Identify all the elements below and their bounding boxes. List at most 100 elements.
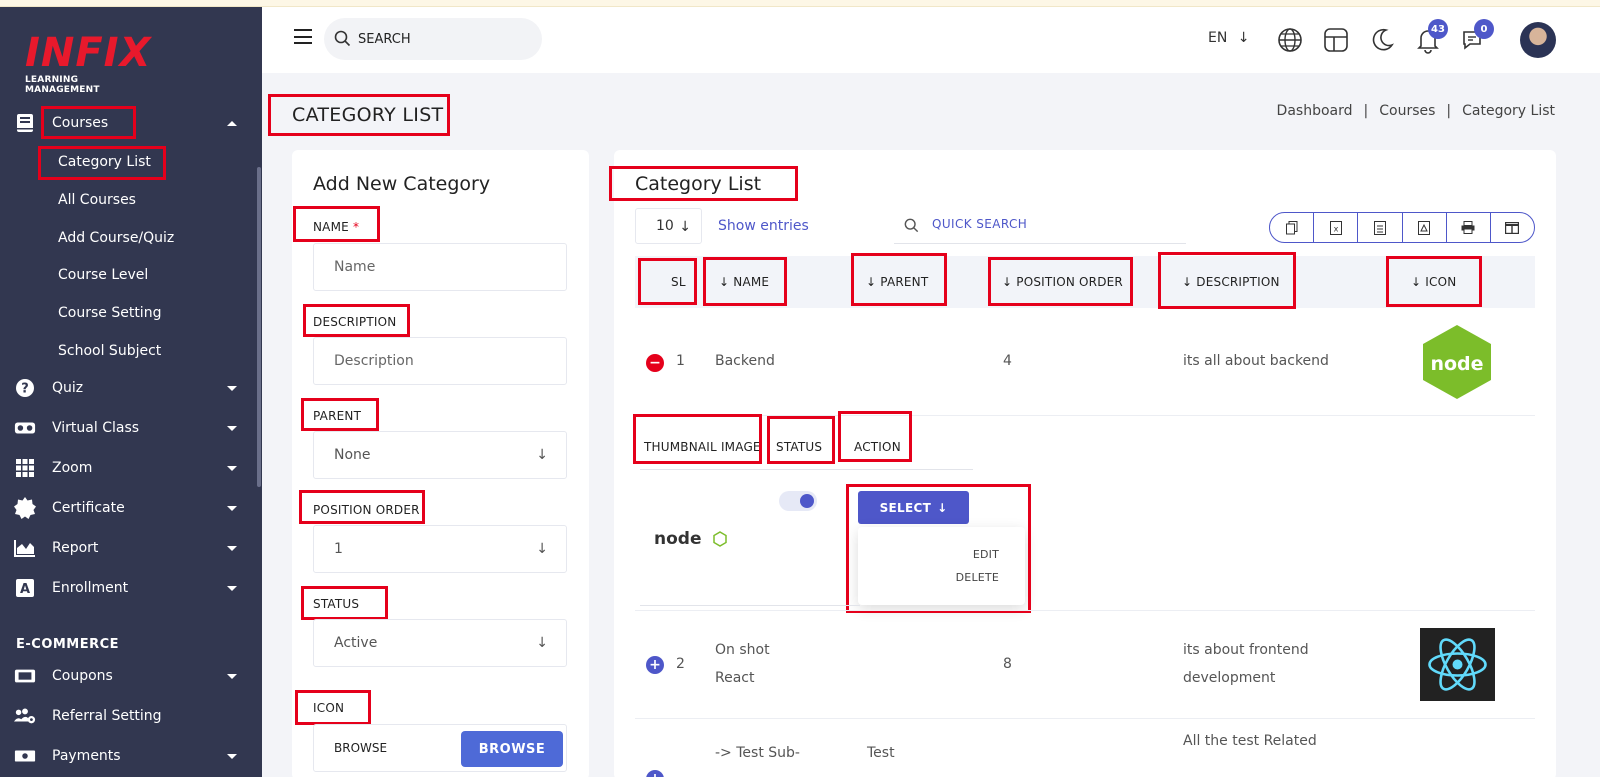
breadcrumb-dashboard[interactable]: Dashboard	[1277, 103, 1353, 119]
collapse-row-button[interactable]: −	[646, 354, 664, 372]
dropdown-edit[interactable]: EDIT	[973, 548, 999, 561]
book-icon	[14, 112, 36, 134]
sort-arrow-icon: ↓	[1002, 275, 1017, 289]
sidebar-subitem-school-subject[interactable]: School Subject	[58, 343, 161, 359]
sidebar-subitem-add-course[interactable]: Add Course/Quiz	[58, 230, 174, 246]
sidebar-item-quiz[interactable]: ? Quiz	[0, 371, 262, 405]
breadcrumb-category-list[interactable]: Category List	[1462, 103, 1555, 119]
excel-file-icon: x	[1329, 220, 1342, 235]
row-1-position: 4	[1003, 353, 1012, 369]
brand-logo[interactable]: INFIX LEARNING MANAGEMENT	[25, 31, 155, 95]
sidebar-item-label: Zoom	[52, 460, 93, 476]
language-label: EN	[1208, 30, 1228, 46]
ticket-icon	[14, 665, 36, 687]
sidebar-item-courses[interactable]: Courses	[0, 106, 262, 140]
svg-text:A: A	[20, 582, 30, 597]
chevron-down-icon	[227, 465, 237, 471]
hamburger-menu-icon[interactable]	[294, 29, 312, 44]
arrow-down-icon: ↓	[937, 500, 948, 515]
position-order-label: POSITION ORDER	[313, 503, 420, 517]
column-header-sl[interactable]: SL	[671, 275, 686, 289]
logo-sub-text: LEARNING MANAGEMENT	[25, 75, 100, 95]
name-input[interactable]	[313, 243, 567, 291]
csv-button[interactable]	[1358, 213, 1403, 242]
layout-icon[interactable]	[1322, 26, 1350, 54]
sidebar-item-label: Enrollment	[52, 580, 129, 596]
language-selector[interactable]: EN ↓	[1208, 30, 1250, 46]
parent-select[interactable]: None ↓	[313, 431, 567, 479]
moon-icon[interactable]	[1368, 26, 1396, 54]
chevron-down-icon	[227, 425, 237, 431]
position-order-select[interactable]: 1 ↓	[313, 525, 567, 573]
nodejs-icon: node	[1423, 325, 1491, 399]
page-title: CATEGORY LIST	[292, 104, 444, 126]
search-icon	[904, 218, 919, 233]
sidebar-subitem-course-level[interactable]: Course Level	[58, 267, 148, 283]
search-box[interactable]	[324, 18, 542, 60]
sidebar-item-label: Certificate	[52, 500, 125, 516]
row-2-name-line1: On shot	[715, 642, 770, 658]
chevron-down-icon	[227, 753, 237, 759]
expand-row-button[interactable]: +	[646, 656, 664, 674]
status-toggle[interactable]	[779, 491, 817, 511]
sub-row-divider	[640, 605, 860, 606]
sidebar-item-zoom[interactable]: Zoom	[0, 451, 262, 485]
column-header-name[interactable]: ↓ NAME	[719, 275, 769, 289]
sidebar-item-certificate[interactable]: Certificate	[0, 491, 262, 525]
globe-icon[interactable]	[1276, 26, 1304, 54]
sidebar-item-label: Payments	[52, 748, 121, 764]
sidebar-scrollbar[interactable]	[257, 167, 261, 487]
arrow-down-icon: ↓	[1237, 30, 1250, 46]
react-icon	[1420, 628, 1495, 701]
breadcrumb-courses[interactable]: Courses	[1379, 103, 1435, 119]
pdf-button[interactable]	[1403, 213, 1447, 242]
column-header-description[interactable]: ↓ DESCRIPTION	[1182, 275, 1280, 289]
sidebar-item-payments[interactable]: Payments	[0, 739, 262, 773]
top-banner-strip	[0, 0, 1600, 7]
printer-icon	[1461, 221, 1475, 234]
print-button[interactable]	[1447, 213, 1491, 242]
status-select[interactable]: Active ↓	[313, 619, 567, 667]
browse-button[interactable]: BROWSE	[461, 731, 563, 767]
entries-per-page-select[interactable]: 10 ↓	[635, 208, 702, 244]
sidebar-item-coupons[interactable]: Coupons	[0, 659, 262, 693]
sidebar-item-virtual-class[interactable]: Virtual Class	[0, 411, 262, 445]
svg-text:?: ?	[21, 382, 29, 397]
chevron-up-icon	[227, 120, 237, 126]
row-1-name: Backend	[715, 353, 775, 369]
sidebar-subitem-category-list[interactable]: Category List	[58, 154, 151, 170]
column-header-position-order[interactable]: ↓ POSITION ORDER	[1002, 275, 1123, 289]
sidebar-item-report[interactable]: Report	[0, 531, 262, 565]
quick-search-field[interactable]: QUICK SEARCH	[894, 207, 1186, 244]
avatar[interactable]	[1520, 22, 1556, 58]
select-action-button[interactable]: SELECT ↓	[858, 491, 969, 524]
breadcrumb: Dashboard | Courses | Category List	[1277, 103, 1555, 119]
column-visibility-button[interactable]	[1491, 213, 1534, 242]
row-2-name-line2: React	[715, 670, 755, 686]
svg-text:node: node	[1430, 353, 1483, 375]
sort-arrow-icon: ↓	[1411, 275, 1426, 289]
dropdown-delete[interactable]: DELETE	[956, 571, 999, 584]
sidebar-item-label: Coupons	[52, 668, 113, 684]
sort-arrow-icon: ↓	[1182, 275, 1197, 289]
status-select-value: Active	[334, 635, 378, 651]
chevron-down-icon	[227, 673, 237, 679]
chevron-down-icon	[227, 505, 237, 511]
description-input[interactable]	[313, 337, 567, 385]
sidebar-item-label: Report	[52, 540, 99, 556]
area-chart-icon	[14, 537, 36, 559]
row-1-description: its all about backend	[1183, 353, 1329, 369]
sidebar-item-enrollment[interactable]: A Enrollment	[0, 571, 262, 605]
sidebar-item-label: Courses	[52, 115, 109, 131]
action-dropdown-menu: EDIT DELETE	[858, 527, 1025, 605]
column-header-parent[interactable]: ↓ PARENT	[866, 275, 928, 289]
grid-icon	[14, 457, 36, 479]
excel-button[interactable]: x	[1314, 213, 1359, 242]
sidebar-subitem-course-setting[interactable]: Course Setting	[58, 305, 161, 321]
copy-button[interactable]	[1270, 213, 1315, 242]
search-input[interactable]	[358, 29, 528, 49]
sidebar-item-referral-setting[interactable]: Referral Setting	[0, 699, 262, 733]
column-header-icon[interactable]: ↓ ICON	[1411, 275, 1456, 289]
entries-value: 10	[656, 218, 674, 234]
sidebar-subitem-all-courses[interactable]: All Courses	[58, 192, 136, 208]
